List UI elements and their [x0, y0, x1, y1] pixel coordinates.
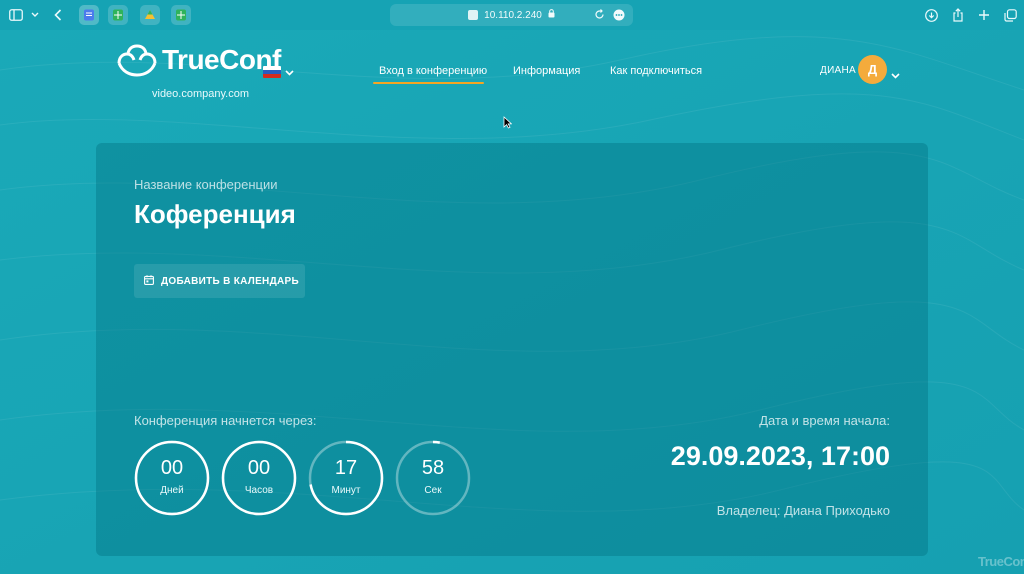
countdown-unit: Дней [160, 485, 184, 496]
new-tab-icon[interactable] [976, 7, 992, 23]
chevron-down-icon[interactable] [27, 7, 43, 23]
avatar[interactable]: Д [858, 55, 887, 84]
calendar-icon [144, 274, 154, 288]
conference-owner: Владелец: Диана Приходько [716, 503, 890, 518]
countdown-days: 00 Дней [134, 440, 210, 516]
countdown-value: 17 [334, 457, 358, 479]
watermark-logo: TrueConf [978, 554, 1024, 569]
tab-overview-icon[interactable] [1002, 7, 1018, 23]
user-menu-chevron-icon[interactable] [891, 66, 900, 84]
address-text: 10.110.2.240 [484, 9, 542, 21]
countdown-value: 00 [247, 457, 271, 479]
mouse-cursor-icon [503, 116, 512, 129]
more-icon[interactable] [613, 9, 625, 24]
countdown-unit: Минут [331, 485, 361, 496]
countdown-value: 00 [160, 457, 184, 479]
countdown-value: 58 [421, 457, 445, 479]
share-icon[interactable] [950, 7, 966, 23]
countdown-unit: Часов [244, 485, 274, 496]
language-selector[interactable] [263, 63, 294, 81]
add-to-calendar-label: ДОБАВИТЬ В КАЛЕНДАРЬ [161, 275, 299, 287]
russia-flag-icon [263, 66, 281, 78]
starts-in-label: Конференция начнется через: [134, 413, 317, 428]
nav-join-conference[interactable]: Вход в конференцию [379, 65, 487, 77]
server-domain: video.company.com [152, 88, 250, 100]
chevron-down-icon [285, 63, 294, 81]
start-time-label: Дата и время начала: [759, 413, 890, 428]
back-icon[interactable] [50, 7, 66, 23]
add-to-calendar-button[interactable]: ДОБАВИТЬ В КАЛЕНДАРЬ [134, 264, 305, 298]
conference-card: Название конференции Коференция ДОБАВИТЬ… [96, 143, 928, 556]
nav-how-to-connect[interactable]: Как подключиться [610, 65, 702, 77]
user-name[interactable]: ДИАНА [820, 65, 856, 76]
sidebar-toggle-icon[interactable] [8, 7, 24, 23]
site-icon [468, 10, 479, 20]
download-icon[interactable] [923, 7, 939, 23]
nav-information[interactable]: Информация [513, 65, 580, 77]
conference-title: Коференция [134, 199, 296, 229]
nav-active-indicator [373, 82, 484, 84]
browser-toolbar: 10.110.2.240 [0, 0, 1024, 30]
address-bar[interactable]: 10.110.2.240 [390, 4, 633, 26]
tab-drive-icon[interactable] [140, 5, 160, 25]
trueconf-logo[interactable]: TrueConf [116, 43, 281, 77]
start-time-value: 29.09.2023, 17:00 [670, 441, 890, 471]
countdown-hours: 00 Часов [221, 440, 297, 516]
countdown-minutes: 17 Минут [308, 440, 384, 516]
tab-sheets-icon[interactable] [108, 5, 128, 25]
lock-icon [548, 9, 555, 21]
countdown-unit: Сек [424, 485, 442, 496]
tab-docs-icon[interactable] [79, 5, 99, 25]
tab-sheets-icon[interactable] [171, 5, 191, 25]
reload-icon[interactable] [594, 9, 605, 23]
logo-icon [117, 44, 157, 77]
countdown-seconds: 58 Сек [395, 440, 471, 516]
conference-name-label: Название конференции [134, 177, 278, 192]
